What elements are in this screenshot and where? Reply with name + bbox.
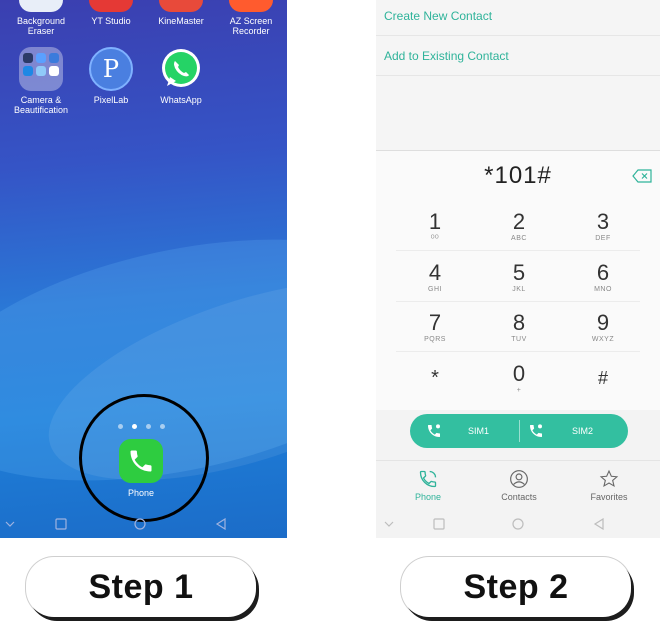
chevron-down-icon[interactable] bbox=[4, 518, 16, 530]
key-letters: MNO bbox=[594, 286, 612, 293]
step-2-label: Step 2 bbox=[401, 557, 631, 617]
tab-favorites[interactable]: Favorites bbox=[564, 469, 654, 502]
app-camera-beautification[interactable]: Camera & Beautification bbox=[6, 47, 76, 115]
navigation-bar bbox=[376, 510, 660, 538]
app-label: YT Studio bbox=[91, 16, 131, 26]
key-letters: JKL bbox=[512, 286, 526, 293]
camera-folder-icon bbox=[19, 47, 63, 91]
key-star[interactable]: * bbox=[388, 352, 482, 402]
contacts-tab-icon bbox=[510, 470, 528, 488]
backspace-icon[interactable] bbox=[632, 169, 652, 183]
kinemaster-icon bbox=[159, 0, 203, 12]
app-background-eraser[interactable]: Background Eraser bbox=[6, 0, 76, 36]
dialer-tab-bar: Phone Contacts Favorites bbox=[376, 460, 660, 508]
voicemail-icon: ᴼᴼ bbox=[430, 235, 440, 242]
sim-call-bar: SIM1 SIM2 bbox=[410, 414, 628, 448]
app-label: KineMaster bbox=[158, 16, 204, 26]
dialed-number[interactable]: *101# bbox=[484, 162, 552, 190]
key-1[interactable]: 1 ᴼᴼ bbox=[388, 200, 482, 250]
dial-input-bar: *101# bbox=[376, 150, 660, 200]
key-digit: # bbox=[597, 368, 608, 388]
sim1-label: SIM1 bbox=[468, 426, 490, 436]
key-2[interactable]: 2 ABC bbox=[472, 200, 566, 250]
key-digit: 0 bbox=[512, 361, 526, 386]
key-5[interactable]: 5 JKL bbox=[472, 251, 566, 301]
app-kinemaster[interactable]: KineMaster bbox=[146, 0, 216, 26]
az-screen-recorder-icon bbox=[229, 0, 273, 12]
key-6[interactable]: 6 MNO bbox=[556, 251, 650, 301]
sim2-call-button[interactable]: SIM2 bbox=[528, 414, 593, 448]
key-8[interactable]: 8 TUV bbox=[472, 301, 566, 351]
create-new-contact-option[interactable]: Create New Contact bbox=[376, 0, 660, 36]
back-button-icon[interactable] bbox=[215, 518, 227, 530]
key-letters: DEF bbox=[595, 235, 611, 242]
sim-phone-icon bbox=[530, 424, 542, 437]
key-letters: WXYZ bbox=[591, 336, 615, 343]
recents-button-icon[interactable] bbox=[55, 518, 67, 530]
tab-label: Contacts bbox=[501, 492, 537, 502]
app-whatsapp[interactable]: WhatsApp bbox=[146, 47, 216, 105]
key-7[interactable]: 7 PQRS bbox=[388, 301, 482, 351]
back-button-icon[interactable] bbox=[593, 518, 605, 530]
app-label: Background Eraser bbox=[16, 16, 66, 36]
key-digit: 4 bbox=[428, 260, 442, 285]
key-letters: PQRS bbox=[424, 336, 446, 343]
tab-label: Favorites bbox=[590, 492, 628, 502]
step-1-label: Step 1 bbox=[26, 557, 256, 617]
key-digit: 9 bbox=[596, 310, 610, 335]
app-yt-studio[interactable]: YT Studio bbox=[76, 0, 146, 26]
app-label: Camera & Beautification bbox=[13, 95, 69, 115]
background-eraser-icon bbox=[19, 0, 63, 12]
key-digit: 2 bbox=[512, 209, 526, 234]
divider bbox=[519, 420, 520, 442]
key-digit: 5 bbox=[512, 260, 526, 285]
app-label: AZ Screen Recorder bbox=[229, 16, 273, 36]
key-4[interactable]: 4 GHI bbox=[388, 251, 482, 301]
app-label: WhatsApp bbox=[160, 95, 202, 105]
sim1-call-button[interactable]: SIM1 bbox=[426, 414, 489, 448]
key-9[interactable]: 9 WXYZ bbox=[556, 301, 650, 351]
phone-tab-icon bbox=[419, 470, 437, 488]
sim2-label: SIM2 bbox=[572, 426, 594, 436]
yt-studio-icon bbox=[89, 0, 133, 12]
key-letters: TUV bbox=[511, 336, 527, 343]
navigation-bar bbox=[0, 510, 287, 538]
chevron-down-icon[interactable] bbox=[383, 518, 395, 530]
key-digit: 8 bbox=[512, 310, 526, 335]
key-digit: 1 bbox=[428, 209, 442, 234]
dialer-screen: Create New Contact Add to Existing Conta… bbox=[376, 0, 660, 538]
home-button-icon[interactable] bbox=[134, 518, 146, 530]
add-to-existing-contact-option[interactable]: Add to Existing Contact bbox=[376, 36, 660, 76]
contact-options-menu: Create New Contact Add to Existing Conta… bbox=[376, 0, 660, 150]
key-digit: 3 bbox=[596, 209, 610, 234]
key-letters: + bbox=[516, 387, 522, 394]
app-az-screen-recorder[interactable]: AZ Screen Recorder bbox=[216, 0, 286, 36]
key-digit: 6 bbox=[596, 260, 610, 285]
whatsapp-icon bbox=[159, 47, 203, 91]
tab-contacts[interactable]: Contacts bbox=[474, 469, 564, 502]
pixellab-icon: P bbox=[89, 47, 133, 91]
key-letters: ABC bbox=[511, 235, 527, 242]
home-button-icon[interactable] bbox=[512, 518, 524, 530]
favorites-tab-icon bbox=[599, 469, 619, 488]
key-digit: * bbox=[431, 367, 439, 389]
highlight-circle bbox=[79, 394, 209, 522]
key-0[interactable]: 0 + bbox=[472, 352, 566, 402]
recents-button-icon[interactable] bbox=[433, 518, 445, 530]
key-hash[interactable]: # bbox=[556, 352, 650, 402]
home-screen: Background Eraser YT Studio KineMaster A… bbox=[0, 0, 287, 538]
key-letters: GHI bbox=[428, 286, 442, 293]
key-3[interactable]: 3 DEF bbox=[556, 200, 650, 250]
sim-phone-icon bbox=[428, 424, 440, 437]
app-pixellab[interactable]: P PixelLab bbox=[76, 47, 146, 105]
dial-keypad: 1 ᴼᴼ 2 ABC 3 DEF 4 GHI 5 JKL 6 MNO 7 PQR… bbox=[376, 200, 660, 410]
tab-phone[interactable]: Phone bbox=[383, 469, 473, 502]
tab-label: Phone bbox=[414, 492, 442, 502]
app-label: PixelLab bbox=[93, 95, 129, 105]
key-digit: 7 bbox=[428, 310, 442, 335]
